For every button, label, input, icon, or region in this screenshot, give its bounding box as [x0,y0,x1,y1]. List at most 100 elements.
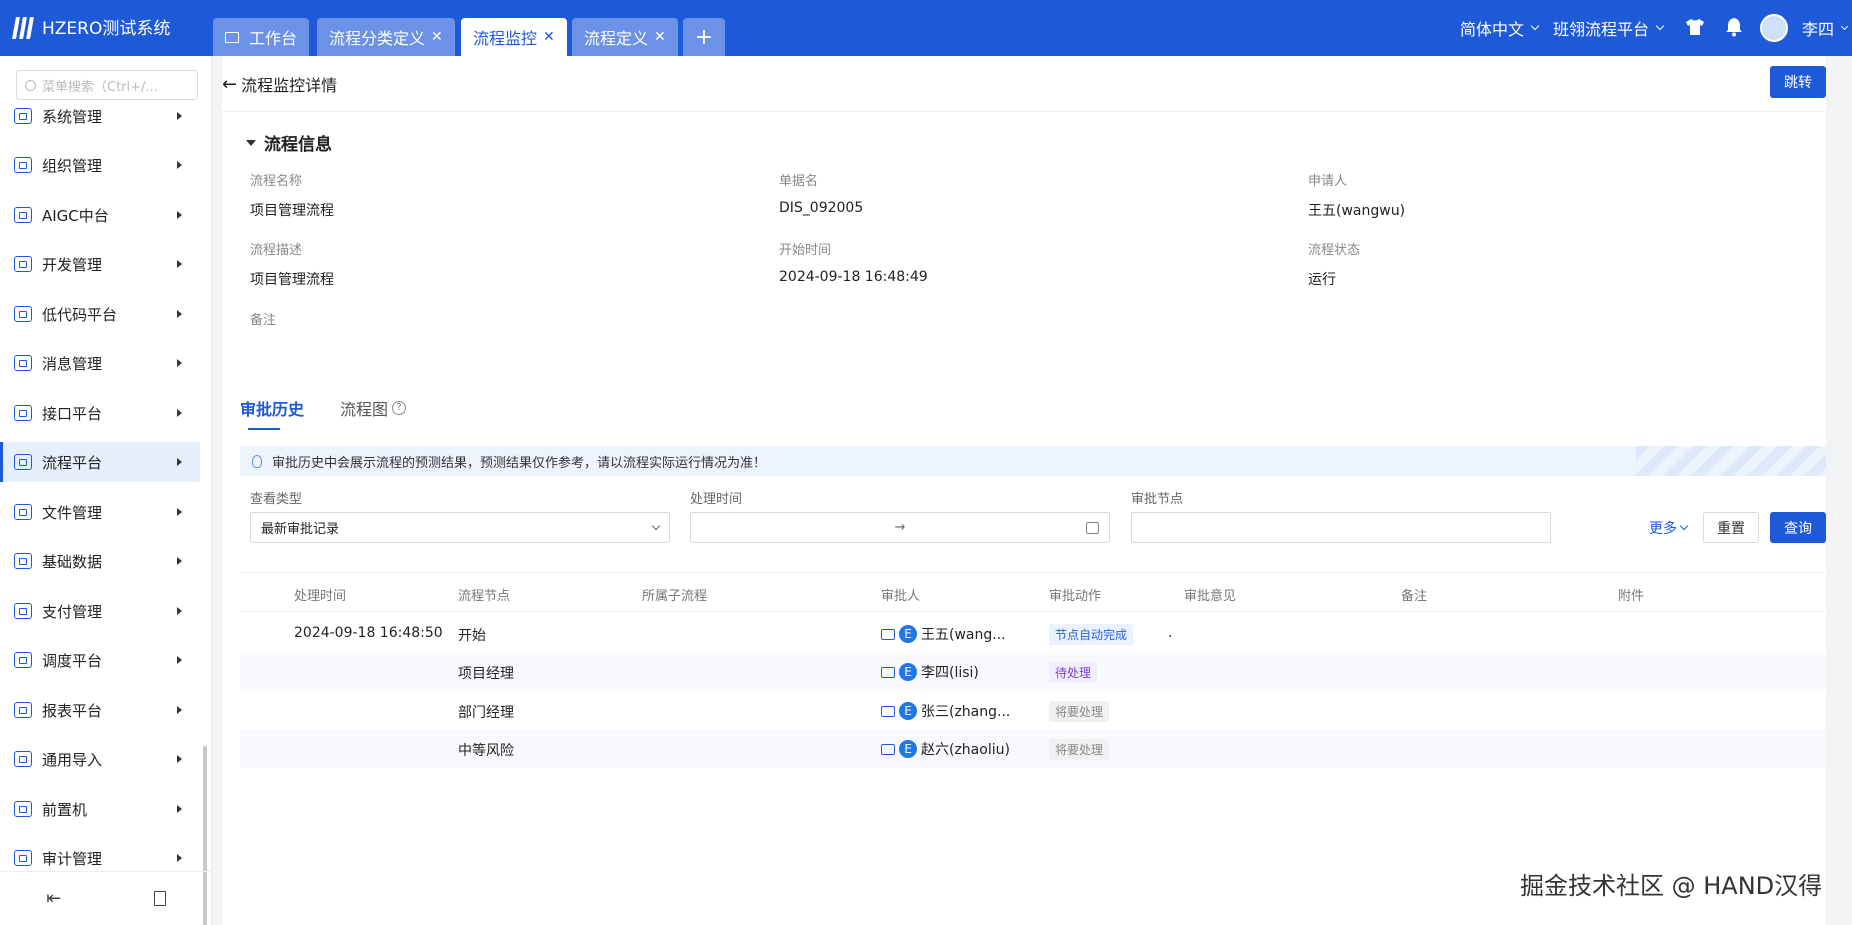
caret-right-icon [177,854,182,862]
sidebar-item-interface[interactable]: 接口平台 [0,393,200,433]
caret-right-icon [177,211,182,219]
calendar-icon [1086,522,1099,534]
employee-badge-icon: E [899,625,917,643]
caret-right-icon [177,310,182,318]
frontend-icon [14,801,32,817]
column-header: 流程节点 [458,589,511,604]
help-icon[interactable]: ? [392,401,407,415]
bulb-icon [252,454,262,468]
collapse-menu-icon[interactable]: ⇤ [46,888,61,909]
approver-cell: E 李四(lisi) [881,662,979,682]
add-tab-button[interactable]: + [683,18,725,56]
plus-icon: + [694,24,714,50]
sidebar-item-import[interactable]: 通用导入 [0,739,200,779]
app-title: HZERO测试系统 [42,19,171,39]
sidebar-item-system[interactable]: 系统管理 [0,96,200,136]
history-tabs: 审批历史 流程图? [240,396,407,430]
back-button[interactable]: ← 流程监控详情 [222,72,337,96]
column-header: 审批动作 [1049,589,1102,604]
tab-approval-history[interactable]: 审批历史 [240,396,304,430]
file-icon [14,504,32,520]
tab-flow-definition[interactable]: 流程定义 ✕ [572,18,678,56]
sidebar-item-lowcode[interactable]: 低代码平台 [0,294,200,334]
sidebar-item-frontend[interactable]: 前置机 [0,789,200,829]
jump-button[interactable]: 跳转 [1770,66,1826,98]
tab-flow-category[interactable]: 流程分类定义 ✕ [317,18,455,56]
language-select[interactable]: 简体中文 [1460,16,1540,40]
tab-workbench[interactable]: 工作台 [213,18,310,56]
flow-status-value: 运行 [1308,272,1336,288]
caret-right-icon [177,359,182,367]
process-time-label: 处理时间 [690,492,743,507]
arrow-left-icon: ← [222,73,238,95]
action-tag: 待处理 [1049,662,1098,683]
close-icon[interactable]: ✕ [654,29,666,45]
view-type-select[interactable]: 最新审批记录 [250,512,670,543]
table-row[interactable]: 部门经理 E 张三(zhang... 将要处理 [240,692,1826,730]
caret-right-icon [177,458,182,466]
caret-right-icon [177,706,182,714]
close-icon[interactable]: ✕ [543,29,555,45]
column-header: 备注 [1401,589,1428,604]
flow-name-value: 项目管理流程 [250,203,334,219]
workflow-icon [14,454,32,470]
sidebar-item-message[interactable]: 消息管理 [0,343,200,383]
tab-flow-monitor[interactable]: 流程监控 ✕ [461,18,567,56]
document-icon[interactable] [153,891,166,906]
sidebar-item-payment[interactable]: 支付管理 [0,591,200,631]
approval-node-input[interactable] [1131,512,1551,543]
shirt-icon[interactable] [1685,18,1705,36]
audit-icon [14,850,32,866]
schedule-icon [14,652,32,668]
app-logo[interactable]: HZERO测试系统 [12,14,171,39]
caret-right-icon [177,112,182,120]
query-button[interactable]: 查询 [1770,512,1826,543]
process-time-range[interactable]: → [690,512,1110,543]
view-type-label: 查看类型 [250,492,303,507]
lowcode-icon [14,306,32,322]
close-icon[interactable]: ✕ [431,29,443,45]
notice-banner: 审批历史中会展示流程的预测结果，预测结果仅作参考，请以流程实际运行情况为准！ [240,446,1826,476]
column-header: 审批意见 [1184,589,1237,604]
sidebar-item-org[interactable]: 组织管理 [0,145,200,185]
top-bar: HZERO测试系统 工作台 流程分类定义 ✕ 流程监控 ✕ 流程定义 ✕ + 简… [0,0,1852,56]
column-header: 所属子流程 [642,589,708,604]
caret-right-icon [177,656,182,664]
approver-cell: E 王五(wang... [881,624,1006,644]
column-header: 审批人 [881,589,921,604]
applicant-label: 申请人 [1308,174,1348,189]
chevron-down-icon [1530,21,1540,31]
monitor-icon [225,31,239,43]
node-cell: 项目经理 [458,666,514,682]
page-header: ← 流程监控详情 跳转 [222,56,1826,112]
message-icon [14,355,32,371]
table-row[interactable]: 中等风险 E 赵六(zhaoliu) 将要处理 [240,730,1826,768]
start-time-value: 2024-09-18 16:48:49 [779,269,928,285]
page-title: 流程监控详情 [241,76,338,95]
avatar[interactable] [1760,14,1788,42]
user-menu[interactable]: 李四 [1802,16,1849,40]
sidebar-item-report[interactable]: 报表平台 [0,690,200,730]
info-section-toggle[interactable]: 流程信息 [246,130,332,155]
table-header: 处理时间 流程节点 所属子流程 审批人 审批动作 审批意见 备注 附件 [240,572,1826,612]
sidebar-item-schedule[interactable]: 调度平台 [0,640,200,680]
bell-icon[interactable] [1725,17,1743,37]
caret-right-icon [177,508,182,516]
sidebar-item-dev[interactable]: 开发管理 [0,244,200,284]
reset-button[interactable]: 重置 [1703,512,1759,543]
table-row[interactable]: 项目经理 E 李四(lisi) 待处理 [240,653,1826,691]
sidebar-item-basic-data[interactable]: 基础数据 [0,541,200,581]
flow-desc-label: 流程描述 [250,243,303,258]
chevron-down-icon [651,521,661,530]
platform-select[interactable]: 班翎流程平台 [1553,16,1665,40]
sidebar-item-file[interactable]: 文件管理 [0,492,200,532]
start-time-label: 开始时间 [779,243,832,258]
org-icon [14,157,32,173]
sidebar-item-workflow[interactable]: 流程平台 [0,442,200,482]
table-row[interactable]: 2024-09-18 16:48:50 开始 E 王五(wang... 节点自动… [240,615,1826,653]
tab-flow-diagram[interactable]: 流程图? [340,396,407,420]
sidebar-item-aigc[interactable]: AIGC中台 [0,195,200,235]
more-filters-button[interactable]: 更多 [1646,512,1690,543]
caret-right-icon [177,557,182,565]
employee-badge-icon: E [899,663,917,681]
